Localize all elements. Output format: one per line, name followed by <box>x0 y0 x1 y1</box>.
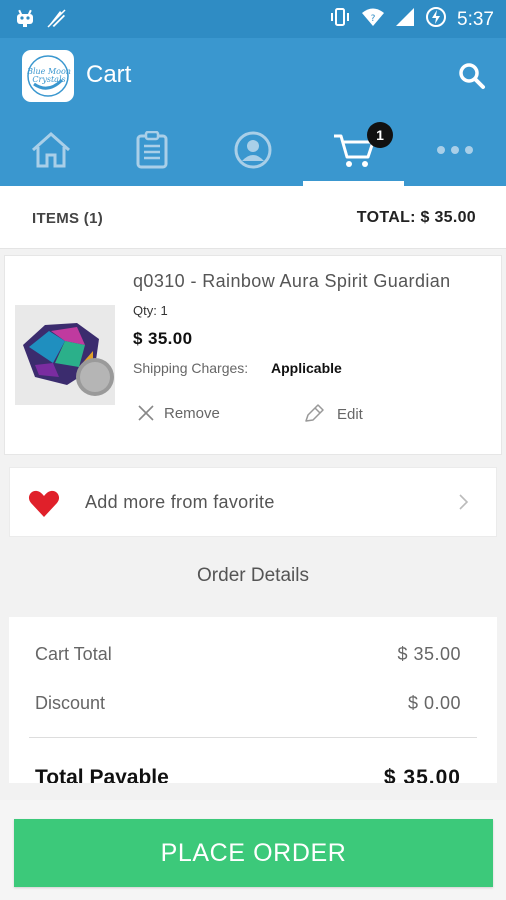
app-bar: Blue Moon Crystals Cart <box>0 38 506 114</box>
order-details-card: Cart Total $ 35.00 Discount $ 0.00 Total… <box>9 617 497 783</box>
tab-cart[interactable]: 1 <box>303 114 404 186</box>
cart-summary: ITEMS (1) TOTAL: $ 35.00 <box>0 186 506 249</box>
divider <box>29 737 477 738</box>
signal-icon <box>395 7 415 33</box>
product-quantity: Qty: 1 <box>133 303 168 318</box>
search-button[interactable] <box>456 60 488 92</box>
clock: 5:37 <box>457 9 494 30</box>
cart-total-label: Cart Total <box>35 644 112 664</box>
account-icon <box>234 131 271 169</box>
cart-total-summary: TOTAL: $ 35.00 <box>356 209 476 226</box>
heart-icon <box>28 490 60 523</box>
battery-charging-icon <box>425 6 447 34</box>
page-title: Cart <box>86 61 132 88</box>
tab-bar: 1 <box>0 114 506 186</box>
add-from-favorite-row[interactable]: Add more from favorite <box>9 467 497 537</box>
pencil-icon <box>305 404 324 422</box>
wifi-icon: ? <box>361 7 385 33</box>
status-bar: ? 5:37 <box>0 0 506 38</box>
chevron-right-icon <box>458 493 470 516</box>
home-icon <box>31 131 70 168</box>
edit-button[interactable]: Edit <box>303 404 363 424</box>
order-details-heading: Order Details <box>197 565 309 586</box>
cart-item: q0310 - Rainbow Aura Spirit Guardian Qty… <box>4 255 502 455</box>
clipboard-icon <box>136 131 167 169</box>
discount-label: Discount <box>35 693 106 713</box>
app-logo: Blue Moon Crystals <box>22 50 74 102</box>
product-price: $ 35.00 <box>133 329 193 348</box>
search-icon <box>459 63 485 89</box>
total-payable-value: $ 35.00 <box>383 766 461 783</box>
cart-count-badge: 1 <box>367 122 393 148</box>
product-name[interactable]: q0310 - Rainbow Aura Spirit Guardian <box>133 271 451 292</box>
vibrate-icon <box>329 6 351 34</box>
remove-button[interactable]: Remove <box>137 404 220 422</box>
add-from-favorite-label: Add more from favorite <box>85 492 275 512</box>
more-icon <box>436 146 473 154</box>
tab-orders[interactable] <box>101 114 202 186</box>
remove-label: Remove <box>164 404 220 422</box>
svg-text:Crystals: Crystals <box>32 75 65 84</box>
shipping-label: Shipping Charges: <box>133 360 249 376</box>
svg-text:?: ? <box>371 14 376 24</box>
tab-home[interactable] <box>0 114 101 186</box>
product-image[interactable] <box>15 305 115 405</box>
total-payable-label: Total Payable <box>35 766 169 783</box>
close-icon <box>138 405 154 421</box>
edit-label: Edit <box>337 405 363 423</box>
items-count: ITEMS (1) <box>32 210 104 227</box>
tab-more[interactable] <box>404 114 505 186</box>
android-debug-icon <box>14 8 36 35</box>
no-sound-icon <box>46 8 68 35</box>
place-order-button[interactable]: PLACE ORDER <box>14 819 493 887</box>
tab-account[interactable] <box>202 114 303 186</box>
shipping-value: Applicable <box>271 360 342 376</box>
discount-value: $ 0.00 <box>407 693 461 713</box>
cart-total-value: $ 35.00 <box>397 644 461 664</box>
